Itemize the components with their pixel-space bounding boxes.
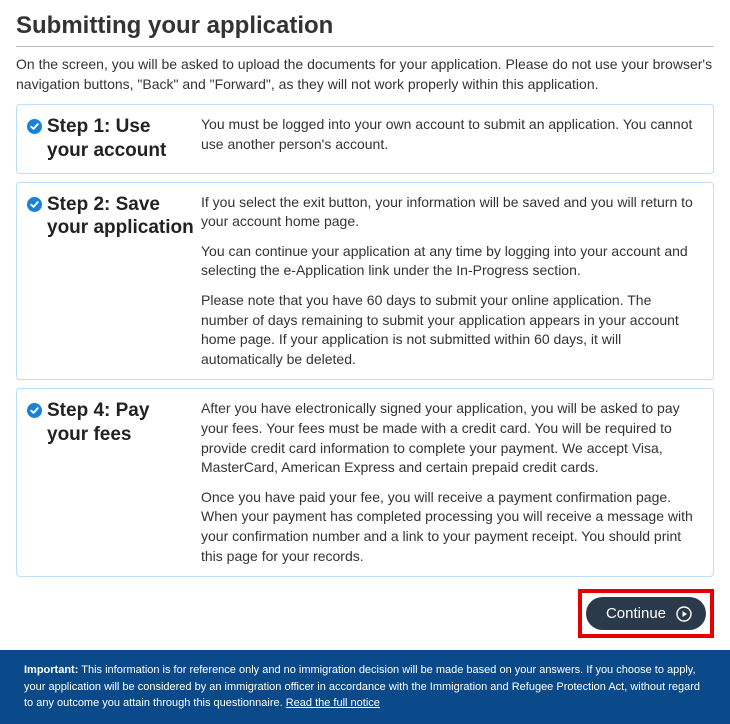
page-title: Submitting your application	[16, 12, 714, 40]
continue-row: Continue	[16, 585, 714, 646]
step-paragraph: Once you have paid your fee, you will re…	[201, 488, 699, 566]
play-circle-icon	[676, 606, 692, 622]
page-content: Submitting your application On the scree…	[0, 0, 730, 646]
check-icon	[27, 399, 45, 421]
step-body: If you select the exit button, your info…	[201, 193, 699, 370]
read-full-notice-link[interactable]: Read the full notice	[286, 697, 380, 709]
important-box: Important: This information is for refer…	[0, 650, 730, 724]
step-body: You must be logged into your own account…	[201, 115, 699, 163]
step-heading: Step 2: Save your application	[47, 193, 195, 241]
step-heading: Step 4: Pay your fees	[47, 399, 195, 447]
title-rule	[16, 46, 714, 47]
continue-highlight: Continue	[578, 589, 714, 638]
step-box-1: Step 1: Use your account You must be log…	[16, 104, 714, 174]
step-box-2: Step 2: Save your application If you sel…	[16, 182, 714, 381]
check-icon	[27, 115, 45, 137]
step-paragraph: If you select the exit button, your info…	[201, 193, 699, 232]
continue-label: Continue	[606, 605, 666, 622]
important-label: Important:	[24, 664, 78, 676]
footer: Important: This information is for refer…	[0, 650, 730, 724]
step-paragraph: You can continue your application at any…	[201, 242, 699, 281]
step-paragraph: You must be logged into your own account…	[201, 115, 699, 154]
step-body: After you have electronically signed you…	[201, 399, 699, 566]
step-paragraph: After you have electronically signed you…	[201, 399, 699, 477]
intro-text: On the screen, you will be asked to uplo…	[16, 55, 714, 94]
step-left: Step 1: Use your account	[27, 115, 195, 163]
step-left: Step 2: Save your application	[27, 193, 195, 370]
step-paragraph: Please note that you have 60 days to sub…	[201, 291, 699, 369]
step-heading: Step 1: Use your account	[47, 115, 195, 163]
step-box-4: Step 4: Pay your fees After you have ele…	[16, 388, 714, 577]
check-icon	[27, 193, 45, 215]
step-left: Step 4: Pay your fees	[27, 399, 195, 566]
continue-button[interactable]: Continue	[586, 597, 706, 630]
